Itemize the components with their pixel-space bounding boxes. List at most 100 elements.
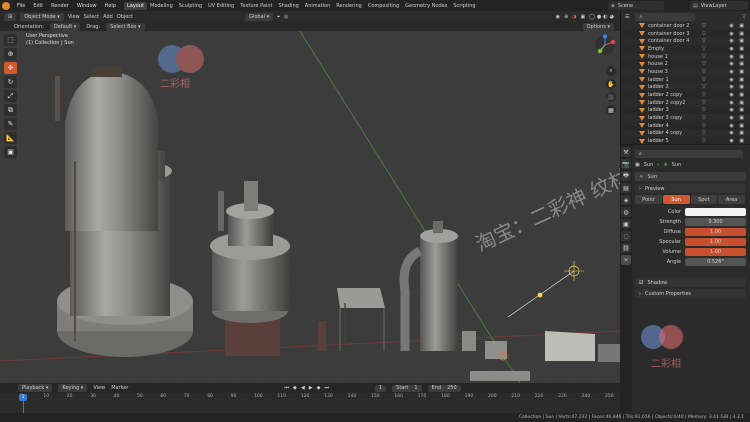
visibility-toggles[interactable]: ◉ ▣ (729, 77, 746, 83)
start-frame-field[interactable]: Start 1 (392, 384, 422, 392)
menu-object[interactable]: Object (117, 14, 133, 20)
outliner-row[interactable]: house 3 ▽ ◉ ▣ (621, 68, 750, 76)
outliner-search-input[interactable]: ⌕ (635, 12, 696, 21)
visibility-toggles[interactable]: ◉ ▣ (729, 130, 746, 136)
next-key-icon[interactable]: ◆ (317, 385, 321, 391)
play-reverse-icon[interactable]: ◀ (301, 385, 305, 391)
move-tool-icon[interactable]: ✥ (4, 62, 17, 74)
visibility-toggles[interactable]: ◉ ▣ (729, 38, 746, 44)
light-data-tab-icon[interactable]: ☀ (621, 255, 631, 265)
playback-dropdown[interactable]: Playback ▾ (18, 384, 53, 392)
timeline-track[interactable]: 1102030405060708090100110120130140150160… (0, 393, 620, 413)
play-icon[interactable]: ▶ (309, 385, 313, 391)
visibility-toggles[interactable]: ◉ ▣ (729, 100, 746, 106)
transform-tool-icon[interactable]: ⧉ (4, 104, 17, 116)
timeline-view-menu[interactable]: View (93, 385, 105, 391)
property-specular-field[interactable]: 1.00 (685, 238, 746, 246)
outliner-row[interactable]: ladder 1 ▽ ◉ ▣ (621, 76, 750, 84)
jump-end-icon[interactable]: ⏭ (324, 385, 329, 391)
visibility-toggles[interactable]: ◉ ▣ (729, 92, 746, 98)
mode-dropdown[interactable]: Object Mode ▾ (20, 12, 64, 21)
light-type-point[interactable]: Point (635, 195, 662, 204)
visibility-icon[interactable]: ◉ (556, 14, 560, 20)
rendered-shading-icon[interactable]: ◕ (610, 14, 614, 20)
prev-key-icon[interactable]: ◆ (293, 385, 297, 391)
property-color-field[interactable] (685, 208, 746, 216)
outliner-row[interactable]: ladder 2 ▽ ◉ ▣ (621, 83, 750, 92)
pan-icon[interactable]: ✋ (606, 79, 616, 89)
outliner-row[interactable]: ladder 3 ▽ ◉ ▣ (621, 107, 750, 115)
visibility-toggles[interactable]: ◉ ▣ (729, 138, 746, 144)
editor-type-icon[interactable]: ⊞ (4, 12, 17, 21)
wireframe-shading-icon[interactable]: ◯ (589, 14, 595, 20)
property-volume-field[interactable]: 1.00 (685, 248, 746, 256)
menu-add[interactable]: Add (103, 14, 113, 20)
menu-file[interactable]: File (13, 3, 29, 9)
workspace-tab-compositing[interactable]: Compositing (365, 2, 402, 10)
menu-window[interactable]: Window (73, 3, 101, 9)
workspace-tab-uv-editing[interactable]: UV Editing (205, 2, 237, 10)
visibility-toggles[interactable]: ◉ ▣ (729, 54, 746, 60)
visibility-toggles[interactable]: ◉ ▣ (729, 23, 746, 29)
render-tab-icon[interactable]: 📷 (621, 159, 631, 169)
visibility-toggles[interactable]: ◉ ▣ (729, 46, 746, 52)
menu-render[interactable]: Render (47, 3, 73, 9)
physics-tab-icon[interactable]: ◌ (621, 231, 631, 241)
jump-start-icon[interactable]: ⏮ (285, 385, 290, 391)
workspace-tab-animation[interactable]: Animation (302, 2, 334, 10)
outliner-row[interactable]: container door 2 ▽ ◉ ▣ (621, 22, 750, 30)
measure-tool-icon[interactable]: 📐 (4, 132, 17, 144)
transform-orientation-dropdown[interactable]: Global ▾ (245, 12, 274, 21)
3d-viewport[interactable]: 二彩相 淘宝：二彩神 纹材 (0, 31, 620, 383)
visibility-toggles[interactable]: ◉ ▣ (729, 31, 746, 37)
menu-help[interactable]: Help (101, 3, 120, 9)
light-data-block[interactable]: ☀ Sun (635, 172, 746, 181)
workspace-tab-texture-paint[interactable]: Texture Paint (237, 2, 275, 10)
outliner-row[interactable]: ladder 2 copy ▽ ◉ ▣ (621, 91, 750, 99)
blender-logo-icon[interactable] (2, 1, 10, 10)
property-angle-field[interactable]: 0.526° (685, 258, 746, 266)
workspace-tab-modeling[interactable]: Modeling (147, 2, 176, 10)
world-tab-icon[interactable]: ◍ (621, 207, 631, 217)
outliner-row[interactable]: container door 3 ▽ ◉ ▣ (621, 30, 750, 38)
zoom-icon[interactable]: ⌕ (606, 66, 616, 76)
menu-view[interactable]: View (68, 14, 80, 20)
visibility-toggles[interactable]: ◉ ▣ (729, 69, 746, 75)
rotate-tool-icon[interactable]: ↻ (4, 76, 17, 88)
tool-tab-icon[interactable]: ⚒ (621, 147, 631, 157)
properties-search-input[interactable]: ⌕ (635, 149, 743, 158)
menu-select[interactable]: Select (84, 14, 99, 20)
outliner-row[interactable]: ladder 5 ▽ ◉ ▣ (621, 137, 750, 144)
keying-dropdown[interactable]: Keying ▾ (58, 384, 88, 392)
workspace-tab-shading[interactable]: Shading (275, 2, 301, 10)
outliner-row[interactable]: ladder 3 copy ▽ ◉ ▣ (621, 114, 750, 122)
visibility-toggles[interactable]: ◉ ▣ (729, 115, 746, 121)
camera-view-icon[interactable]: 🎥 (606, 92, 616, 102)
light-type-spot[interactable]: Spot (690, 195, 718, 204)
xray-icon[interactable]: ▣ (581, 14, 586, 20)
snap-icon[interactable]: ⌖ (277, 14, 280, 20)
light-type-area[interactable]: Area (718, 195, 745, 204)
cursor-tool-icon[interactable]: ⊕ (4, 48, 17, 60)
gizmo-toggle-icon[interactable]: ⊕ (564, 14, 568, 20)
outliner-row[interactable]: ladder 4 copy ▽ ◉ ▣ (621, 129, 750, 138)
annotate-tool-icon[interactable]: ✎ (4, 118, 17, 130)
visibility-toggles[interactable]: ◉ ▣ (729, 107, 746, 113)
scene-selector[interactable]: ◈ Scene (608, 1, 664, 10)
outliner-row[interactable]: house 2 ▽ ◉ ▣ (621, 60, 750, 68)
workspace-tab-geometry-nodes[interactable]: Geometry Nodes (402, 2, 450, 10)
custom-properties-section[interactable]: › Custom Properties (635, 289, 746, 298)
workspace-tab-layout[interactable]: Layout (124, 1, 147, 10)
visibility-toggles[interactable]: ◉ ▣ (729, 61, 746, 67)
options-dropdown[interactable]: Options ▾ (582, 22, 614, 31)
outliner-row[interactable]: house 1 ▽ ◉ ▣ (621, 52, 750, 61)
outliner-row[interactable]: Empty ▽ ◉ ▣ (621, 45, 750, 53)
current-frame-field[interactable]: 1 (374, 384, 387, 392)
navigation-gizmo[interactable] (594, 34, 616, 56)
add-cube-tool-icon[interactable]: ▣ (4, 146, 17, 158)
outliner-row[interactable]: ladder 4 ▽ ◉ ▣ (621, 122, 750, 130)
view-layer-selector[interactable]: ▤ ViewLayer (690, 1, 748, 10)
light-type-sun[interactable]: Sun (662, 195, 690, 204)
menu-edit[interactable]: Edit (29, 3, 47, 9)
workspace-tab-sculpting[interactable]: Sculpting (176, 2, 205, 10)
